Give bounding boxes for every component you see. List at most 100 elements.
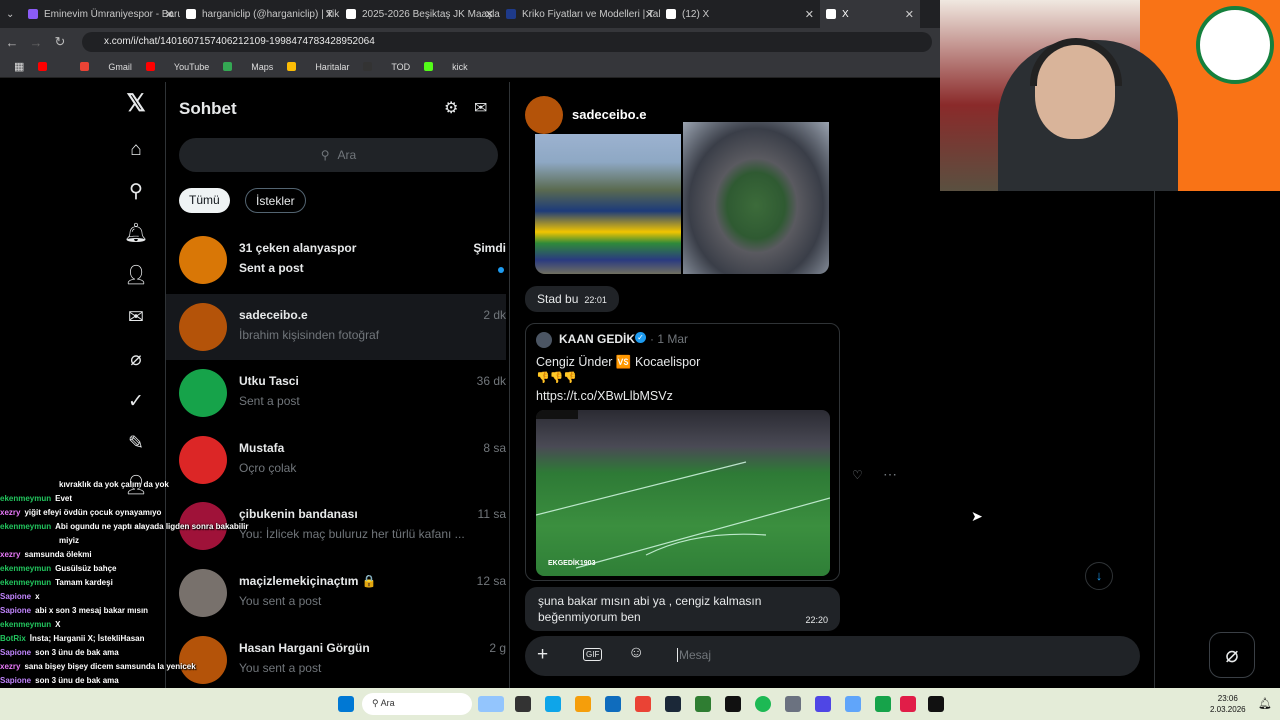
bookmark-2[interactable]: YouTube	[145, 62, 209, 72]
message-bubble-2[interactable]: şuna bakar mısın abi ya , cengiz kalması…	[525, 587, 840, 631]
stream-chat-user: ekenmeymun	[0, 578, 52, 587]
bell-icon[interactable]: 🔔︎	[124, 222, 148, 246]
stream-chat-line: Sapione abi x son 3 mesaj bakar mısın	[0, 604, 250, 618]
url-field[interactable]: x.com/i/chat/1401607157406212109-1998474…	[82, 32, 932, 52]
clock-date: 2.03.2026	[1210, 705, 1246, 714]
epic-icon[interactable]	[725, 696, 741, 712]
bookmark-icon	[223, 62, 233, 71]
bookmarks-bar: ▦ Gmail YouTube Maps Haritalar TOD kick	[0, 56, 940, 78]
tab-5[interactable]: X ✕	[820, 0, 920, 28]
compose-icon[interactable]: ✎	[124, 432, 148, 456]
stream-chat-text: son 3 ünu de bak ama	[35, 648, 119, 657]
widget-icon[interactable]	[478, 696, 504, 712]
message-more-icon[interactable]: ⋯	[883, 466, 897, 483]
spotify-icon[interactable]	[755, 696, 771, 712]
media-tile-left[interactable]	[535, 134, 681, 274]
shared-post-card[interactable]: KAAN GEDİK ✓ · 1 Mar Cengiz Ünder 🆚 Koca…	[525, 323, 840, 581]
grok-floating-button[interactable]: ⌀	[1209, 632, 1255, 678]
post-date: · 1 Mar	[650, 332, 689, 346]
new-message-icon[interactable]: ✉	[474, 98, 487, 118]
steam-icon[interactable]	[665, 696, 681, 712]
settings-icon[interactable]: ⚙	[444, 98, 458, 118]
message-text-2: şuna bakar mısın abi ya , cengiz kalması…	[538, 594, 762, 624]
media-tile-right[interactable]	[683, 122, 829, 274]
task-view-icon[interactable]	[515, 696, 531, 712]
verified-icon[interactable]: ✓	[124, 390, 148, 414]
tab-close-icon[interactable]: ✕	[165, 8, 174, 21]
scroll-down-button[interactable]: ↓	[1085, 562, 1113, 590]
tab-list-button[interactable]: ⌄	[0, 0, 22, 28]
grok-icon[interactable]: ⌀	[124, 348, 148, 372]
apps-icon[interactable]: ▦	[14, 60, 24, 73]
stream-chat-user: Sapione	[0, 606, 32, 615]
gif-icon[interactable]: GIF	[583, 648, 603, 661]
taskbar-search[interactable]: ⚲ Ara	[362, 693, 472, 715]
home-icon[interactable]: ⌂	[124, 138, 148, 162]
tab-1[interactable]: harganiclip (@harganiclip) | Tik ✕	[180, 0, 340, 28]
bookmark-4[interactable]: Haritalar	[287, 62, 349, 72]
back-icon[interactable]: ←	[0, 35, 24, 50]
filter-all[interactable]: Tümü	[179, 188, 230, 213]
minecraft-icon[interactable]	[695, 696, 711, 712]
tab-close-icon[interactable]: ✕	[645, 8, 654, 21]
unread-dot	[498, 267, 504, 273]
stream-chat-user: xezry	[0, 508, 21, 517]
obs-icon[interactable]	[900, 696, 916, 712]
x-logo-icon[interactable]: 𝕏	[124, 92, 148, 116]
x-app-icon[interactable]	[928, 696, 944, 712]
start-icon[interactable]	[338, 696, 354, 712]
chrome-icon[interactable]	[635, 696, 651, 712]
notification-icon[interactable]: 🔔︎	[1258, 697, 1272, 710]
add-user-icon[interactable]: 👤︎	[124, 264, 148, 288]
tab-2[interactable]: 2025-2026 Beşiktaş JK Maaşlar ✕	[340, 0, 500, 28]
bookmark-6[interactable]: kick	[424, 62, 468, 72]
store-icon[interactable]	[605, 696, 621, 712]
clock[interactable]: 23:06 2.03.2026	[1210, 693, 1246, 715]
filter-requests[interactable]: İstekler	[245, 188, 306, 213]
tab-4[interactable]: (12) X ✕	[660, 0, 820, 28]
stream-chat-user: Sapione	[0, 648, 32, 657]
reload-icon[interactable]: ↻	[48, 34, 72, 50]
message-bubble[interactable]: Stad bu 22:01	[525, 286, 619, 312]
stream-chat-text: Tamam kardeşi	[55, 578, 113, 587]
conversation-item[interactable]: Utku Tasci 36 dk Sent a post	[166, 360, 506, 426]
tab-favicon-icon	[186, 9, 196, 19]
teams-icon[interactable]	[815, 696, 831, 712]
emoji-icon[interactable]: ☺	[628, 644, 644, 662]
conversation-name: Mustafa	[239, 440, 285, 455]
conversation-time: 2 g	[489, 640, 506, 655]
bookmark-icon	[145, 62, 155, 71]
react-icon[interactable]: ♡	[852, 468, 863, 482]
conversation-preview: Sent a post	[239, 261, 304, 275]
tab-0[interactable]: Eminevim Ümraniyespor - Baru ✕	[22, 0, 180, 28]
explorer-icon[interactable]	[575, 696, 591, 712]
settings-app-icon[interactable]	[785, 696, 801, 712]
post-link[interactable]: https://t.co/XBwLlbMSVz	[536, 389, 673, 403]
sender-avatar[interactable]	[525, 96, 563, 134]
tab-close-icon[interactable]: ✕	[905, 8, 914, 21]
search-icon[interactable]: ⚲	[124, 180, 148, 204]
search-input[interactable]: ⚲ Ara	[179, 138, 498, 172]
conversation-item[interactable]: sadeceibo.e 2 dk İbrahim kişisinden fotoğr…	[166, 293, 506, 360]
post-video-thumbnail[interactable]: EKGEDİK1903	[536, 410, 830, 576]
message-input[interactable]: Mesaj	[677, 648, 711, 662]
notepad-icon[interactable]	[845, 696, 861, 712]
stream-chat-text: x	[35, 592, 40, 601]
forward-icon[interactable]: →	[24, 35, 48, 50]
stream-chat-text: sana bişey bişey dicem samsunda la yenic…	[24, 662, 196, 671]
add-icon[interactable]: +	[537, 644, 548, 666]
tab-close-icon[interactable]: ✕	[485, 8, 494, 21]
bookmark-3[interactable]: Maps	[223, 62, 273, 72]
tab-close-icon[interactable]: ✕	[325, 8, 334, 21]
bookmark-0[interactable]	[38, 62, 66, 71]
tab-3[interactable]: Kriko Fiyatları ve Modelleri | Tal ✕	[500, 0, 660, 28]
edge-icon[interactable]	[545, 696, 561, 712]
tab-close-icon[interactable]: ✕	[805, 8, 814, 21]
bookmark-label: Maps	[251, 61, 274, 72]
bookmark-1[interactable]: Gmail	[80, 62, 132, 72]
conversation-preview: You: İzlicek maç buluruz her türlü kafan…	[239, 527, 465, 542]
mail-icon[interactable]: ✉	[124, 306, 148, 330]
app-icon[interactable]	[875, 696, 891, 712]
bookmark-5[interactable]: TOD	[363, 62, 410, 72]
conversation-item[interactable]: 31 çeken alanyaspor Şimdi Sent a post	[166, 227, 506, 293]
